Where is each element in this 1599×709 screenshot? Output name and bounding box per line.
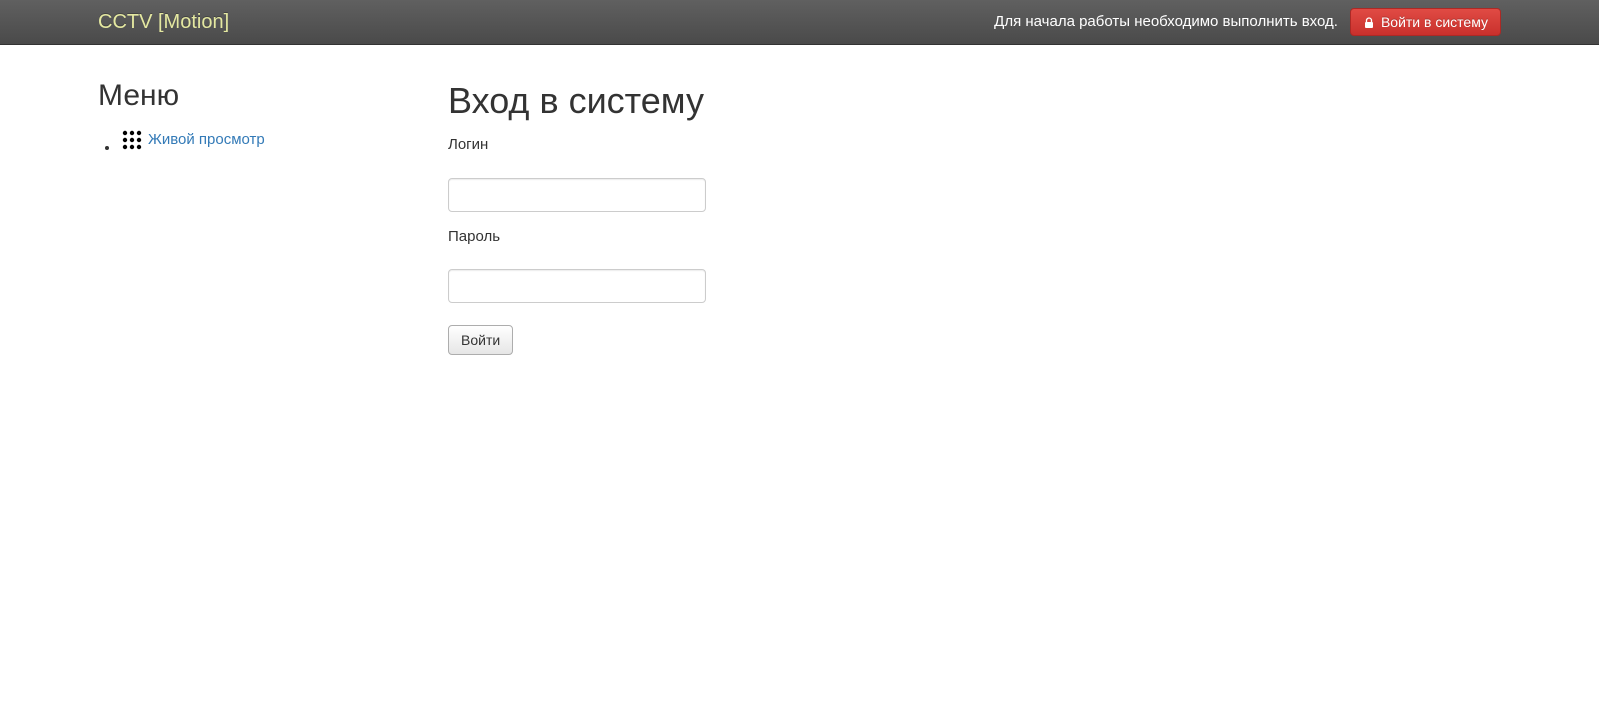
password-label: Пароль xyxy=(448,226,1501,247)
password-group: Пароль xyxy=(448,226,1501,303)
navbar: CCTV [Motion] Для начала работы необходи… xyxy=(0,0,1599,45)
login-label: Логин xyxy=(448,134,1501,155)
page-title: Вход в систему xyxy=(448,75,1501,126)
login-system-button-label: Войти в систему xyxy=(1381,14,1488,30)
login-group: Логин xyxy=(448,134,1501,211)
submit-button[interactable]: Войти xyxy=(448,325,513,355)
login-required-text: Для начала работы необходимо выполнить в… xyxy=(994,11,1338,32)
login-system-button[interactable]: Войти в систему xyxy=(1350,8,1501,36)
menu-list-item: Живой просмотр xyxy=(120,128,408,152)
login-input[interactable] xyxy=(448,178,706,212)
login-form: Логин Пароль Войти xyxy=(448,134,1501,355)
navbar-left: CCTV [Motion] xyxy=(20,8,229,37)
menu-list: Живой просмотр xyxy=(98,128,408,152)
navbar-right: Для начала работы необходимо выполнить в… xyxy=(994,8,1579,36)
container: Меню xyxy=(0,45,1599,375)
brand-link[interactable]: CCTV [Motion] xyxy=(98,11,229,33)
main-content: Вход в систему Логин Пароль Войти xyxy=(448,65,1501,355)
sidebar-item-live-view[interactable]: Живой просмотр xyxy=(148,129,265,150)
grid-icon xyxy=(120,128,144,152)
sidebar: Меню xyxy=(98,65,408,355)
lock-icon xyxy=(1363,16,1375,28)
password-input[interactable] xyxy=(448,269,706,303)
sidebar-title: Меню xyxy=(98,75,408,118)
